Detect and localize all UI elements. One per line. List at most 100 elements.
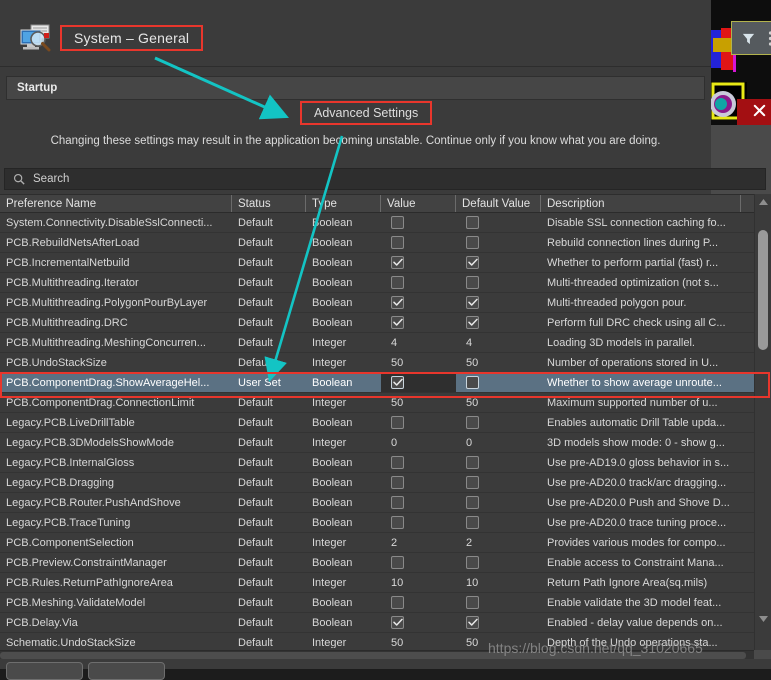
- table-row[interactable]: Legacy.PCB.TraceTuning Default Boolean Use …: [0, 513, 771, 533]
- table-row[interactable]: PCB.Rules.ReturnPathIgnoreArea Default Int…: [0, 573, 771, 593]
- checkbox-checked[interactable]: [466, 296, 479, 309]
- checkbox-checked[interactable]: [466, 316, 479, 329]
- table-row[interactable]: PCB.Preview.ConstraintManager Default Bool…: [0, 553, 771, 573]
- description-cell: Multi-threaded optimization (not s...: [547, 276, 719, 289]
- checkbox-checked[interactable]: [391, 296, 404, 309]
- default-value-cell: [456, 593, 541, 612]
- default-value-cell: [456, 273, 541, 292]
- table-row[interactable]: PCB.ComponentDrag.ShowAverageHel... User …: [0, 373, 771, 393]
- table-row[interactable]: PCB.Multithreading.PolygonPourByLayer Def…: [0, 293, 771, 313]
- checkbox-unchecked[interactable]: [391, 516, 404, 529]
- value-cell[interactable]: [381, 233, 456, 252]
- value-cell[interactable]: [381, 613, 456, 632]
- table-row[interactable]: Legacy.PCB.InternalGloss Default Boolean Us…: [0, 453, 771, 473]
- checkbox-checked[interactable]: [391, 376, 404, 389]
- checkbox-checked[interactable]: [391, 256, 404, 269]
- table-row[interactable]: PCB.ComponentSelection Default Integer 2 2 Pr…: [0, 533, 771, 553]
- checkbox-unchecked[interactable]: [391, 476, 404, 489]
- table-row[interactable]: PCB.Delay.Via Default Boolean Enabled - del…: [0, 613, 771, 633]
- checkbox-unchecked[interactable]: [466, 416, 479, 429]
- filter-toolbar-panel[interactable]: [731, 21, 771, 55]
- value-cell[interactable]: [381, 453, 456, 472]
- preference-name-cell: System.Connectivity.DisableSslConnecti..…: [6, 216, 213, 229]
- vertical-scrollbar[interactable]: [754, 194, 771, 650]
- column-header[interactable]: Description: [541, 195, 741, 212]
- checkbox-unchecked[interactable]: [391, 596, 404, 609]
- table-row[interactable]: PCB.Multithreading.Iterator Default Boolea…: [0, 273, 771, 293]
- advanced-settings-button[interactable]: Advanced Settings: [300, 101, 433, 125]
- preference-name-cell: PCB.IncrementalNetbuild: [6, 256, 130, 269]
- checkbox-unchecked[interactable]: [391, 216, 404, 229]
- section-header-label: Startup: [17, 82, 58, 94]
- preferences-table: Preference Name Status Type Value Default Va…: [0, 194, 771, 650]
- value-cell[interactable]: [381, 293, 456, 312]
- value-cell[interactable]: [381, 493, 456, 512]
- checkbox-checked[interactable]: [466, 256, 479, 269]
- value-cell[interactable]: [381, 473, 456, 492]
- checkbox-unchecked[interactable]: [466, 556, 479, 569]
- checkbox-unchecked[interactable]: [466, 216, 479, 229]
- value-cell[interactable]: [381, 413, 456, 432]
- table-row[interactable]: PCB.UndoStackSize Default Integer 50 50 Numbe…: [0, 353, 771, 373]
- description-cell: Number of operations stored in U...: [547, 356, 719, 369]
- checkbox-unchecked[interactable]: [466, 376, 479, 389]
- column-header[interactable]: Preference Name: [0, 195, 232, 212]
- checkbox-unchecked[interactable]: [391, 556, 404, 569]
- value-cell[interactable]: [381, 593, 456, 612]
- default-value-cell: [456, 413, 541, 432]
- table-row[interactable]: Legacy.PCB.3DModelsShowMode Default Intege…: [0, 433, 771, 453]
- table-row[interactable]: System.Connectivity.DisableSslConnecti..…: [0, 213, 771, 233]
- table-row[interactable]: PCB.Meshing.ValidateModel Default Boolean E…: [0, 593, 771, 613]
- checkbox-unchecked[interactable]: [466, 476, 479, 489]
- checkbox-unchecked[interactable]: [466, 596, 479, 609]
- table-row[interactable]: Legacy.PCB.Dragging Default Boolean Use pre…: [0, 473, 771, 493]
- cancel-button[interactable]: [88, 662, 165, 680]
- value-cell[interactable]: [381, 273, 456, 292]
- checkbox-unchecked[interactable]: [466, 516, 479, 529]
- checkbox-checked[interactable]: [466, 616, 479, 629]
- checkbox-unchecked[interactable]: [466, 276, 479, 289]
- checkbox-unchecked[interactable]: [466, 456, 479, 469]
- checkbox-unchecked[interactable]: [466, 496, 479, 509]
- table-row[interactable]: PCB.ComponentDrag.ConnectionLimit Default…: [0, 393, 771, 413]
- value-cell[interactable]: [381, 513, 456, 532]
- table-row[interactable]: PCB.Multithreading.MeshingConcurren... De…: [0, 333, 771, 353]
- column-header[interactable]: Type: [306, 195, 381, 212]
- type-cell: Boolean: [312, 296, 353, 309]
- search-input[interactable]: Search: [33, 173, 69, 185]
- checkbox-checked[interactable]: [391, 316, 404, 329]
- checkbox-unchecked[interactable]: [391, 456, 404, 469]
- checkbox-unchecked[interactable]: [391, 276, 404, 289]
- vertical-scrollbar-thumb[interactable]: [758, 230, 768, 350]
- preference-name-cell: PCB.Multithreading.DRC: [6, 316, 128, 329]
- table-body: System.Connectivity.DisableSslConnecti..…: [0, 213, 771, 648]
- status-cell: Default: [238, 576, 273, 589]
- table-row[interactable]: PCB.IncrementalNetbuild Default Boolean Whe…: [0, 253, 771, 273]
- checkbox-unchecked[interactable]: [391, 496, 404, 509]
- column-header[interactable]: Value: [381, 195, 456, 212]
- table-row[interactable]: Legacy.PCB.Router.PushAndShove Default Boo…: [0, 493, 771, 513]
- value-cell[interactable]: [381, 553, 456, 572]
- scroll-down-arrow[interactable]: [759, 611, 768, 626]
- checkbox-unchecked[interactable]: [391, 236, 404, 249]
- value-cell[interactable]: [381, 373, 456, 392]
- type-cell: Boolean: [312, 216, 353, 229]
- column-header[interactable]: Default Value: [456, 195, 541, 212]
- checkbox-unchecked[interactable]: [391, 416, 404, 429]
- checkbox-unchecked[interactable]: [466, 236, 479, 249]
- close-button[interactable]: [737, 99, 771, 125]
- ok-button[interactable]: [6, 662, 83, 680]
- value-cell[interactable]: [381, 313, 456, 332]
- table-row[interactable]: PCB.Multithreading.DRC Default Boolean Perf…: [0, 313, 771, 333]
- svg-text:8S: 8S: [714, 41, 731, 55]
- table-row[interactable]: Legacy.PCB.LiveDrillTable Default Boolean E…: [0, 413, 771, 433]
- scroll-up-arrow[interactable]: [755, 194, 771, 209]
- column-header[interactable]: Status: [232, 195, 306, 212]
- checkbox-checked[interactable]: [391, 616, 404, 629]
- table-row[interactable]: PCB.RebuildNetsAfterLoad Default Boolean Re…: [0, 233, 771, 253]
- search-bar[interactable]: Search: [4, 168, 766, 190]
- value-cell[interactable]: [381, 213, 456, 232]
- filter-funnel-icon[interactable]: [741, 31, 756, 46]
- value-cell[interactable]: [381, 253, 456, 272]
- preference-name-cell: PCB.Delay.Via: [6, 616, 78, 629]
